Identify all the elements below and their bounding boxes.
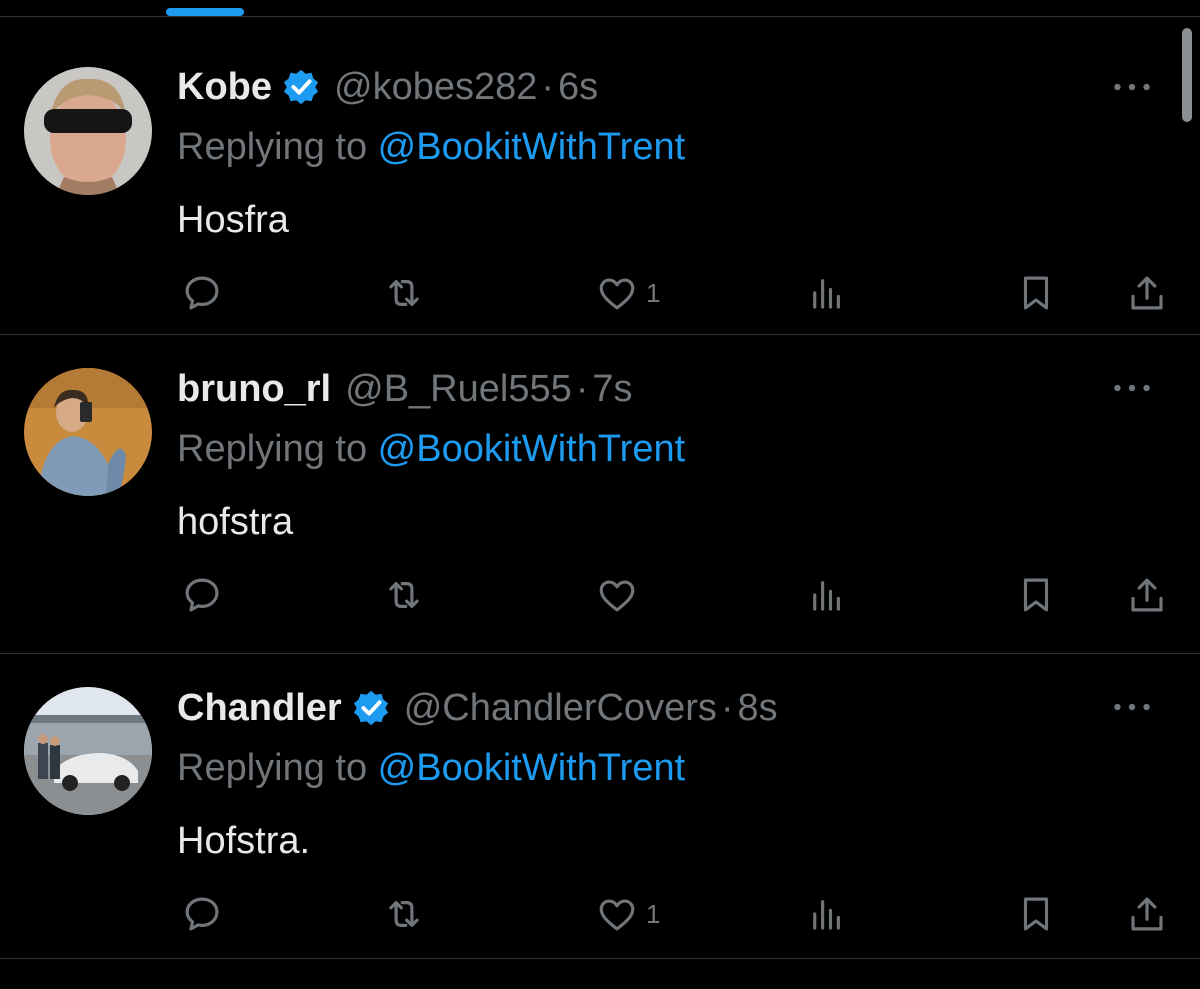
tweet-header: Kobe @kobes282 · 6s bbox=[177, 62, 598, 112]
reply-button[interactable] bbox=[181, 892, 223, 936]
share-button[interactable] bbox=[1126, 573, 1168, 617]
handle[interactable]: @ChandlerCovers bbox=[404, 687, 717, 730]
reply-icon bbox=[181, 574, 223, 616]
retweet-button[interactable] bbox=[383, 573, 425, 617]
like-count: 1 bbox=[646, 898, 661, 929]
tweet-header: bruno_rl @B_Ruel555 · 7s bbox=[177, 364, 633, 414]
heart-icon bbox=[596, 574, 638, 616]
heart-icon bbox=[596, 272, 638, 314]
share-button[interactable] bbox=[1126, 892, 1168, 936]
share-icon bbox=[1126, 893, 1168, 935]
tweet-divider bbox=[0, 958, 1200, 959]
reply-button[interactable] bbox=[181, 271, 223, 315]
avatar-bruno bbox=[24, 368, 152, 496]
display-name[interactable]: Kobe bbox=[177, 66, 272, 109]
tweet[interactable]: bruno_rl @B_Ruel555 · 7s Replying to @Bo… bbox=[0, 336, 1200, 654]
mention-link[interactable]: @BookitWithTrent bbox=[378, 747, 685, 789]
share-icon bbox=[1126, 272, 1168, 314]
replying-to: Replying to @BookitWithTrent bbox=[177, 126, 685, 169]
share-icon bbox=[1126, 574, 1168, 616]
views-icon bbox=[806, 272, 848, 314]
bookmark-icon bbox=[1015, 893, 1057, 935]
timestamp[interactable]: 7s bbox=[592, 368, 632, 411]
reply-icon bbox=[181, 893, 223, 935]
tweet-divider bbox=[0, 653, 1200, 654]
like-button[interactable]: 1 bbox=[596, 892, 660, 936]
timestamp[interactable]: 6s bbox=[558, 66, 598, 109]
replying-to: Replying to @BookitWithTrent bbox=[177, 747, 685, 790]
avatar-chandler bbox=[24, 687, 152, 815]
more-horizontal-icon[interactable] bbox=[1110, 67, 1154, 107]
display-name[interactable]: bruno_rl bbox=[177, 368, 331, 411]
bookmark-button[interactable] bbox=[1015, 271, 1057, 315]
tweet-divider bbox=[0, 334, 1200, 335]
retweet-icon bbox=[383, 574, 425, 616]
verified-badge-icon bbox=[352, 689, 390, 727]
separator: · bbox=[720, 686, 734, 729]
bookmark-button[interactable] bbox=[1015, 892, 1057, 936]
avatar-kobe bbox=[24, 67, 152, 195]
views-icon bbox=[806, 893, 848, 935]
reply-button[interactable] bbox=[181, 573, 223, 617]
avatar[interactable] bbox=[24, 368, 152, 496]
like-button[interactable] bbox=[596, 573, 646, 617]
mention-link[interactable]: @BookitWithTrent bbox=[378, 428, 685, 470]
views-icon bbox=[806, 574, 848, 616]
tweet[interactable]: Kobe @kobes282 · 6s Replying to @BookitW… bbox=[0, 17, 1200, 335]
views-button[interactable] bbox=[806, 271, 848, 315]
verified-badge-icon bbox=[282, 68, 320, 106]
more-horizontal-icon[interactable] bbox=[1110, 687, 1154, 727]
like-button[interactable]: 1 bbox=[596, 271, 660, 315]
separator: · bbox=[575, 367, 589, 410]
bookmark-button[interactable] bbox=[1015, 573, 1057, 617]
handle[interactable]: @B_Ruel555 bbox=[345, 368, 572, 411]
active-tab-indicator bbox=[166, 8, 244, 16]
tweet-text: Hofstra. bbox=[177, 820, 311, 862]
retweet-icon bbox=[383, 272, 425, 314]
handle[interactable]: @kobes282 bbox=[334, 66, 537, 109]
replying-prefix: Replying to bbox=[177, 747, 378, 789]
like-count: 1 bbox=[646, 277, 661, 308]
share-button[interactable] bbox=[1126, 271, 1168, 315]
more-horizontal-icon[interactable] bbox=[1110, 368, 1154, 408]
timestamp[interactable]: 8s bbox=[738, 687, 778, 730]
separator: · bbox=[541, 65, 555, 108]
display-name[interactable]: Chandler bbox=[177, 687, 342, 730]
retweet-button[interactable] bbox=[383, 271, 425, 315]
retweet-button[interactable] bbox=[383, 892, 425, 936]
reply-icon bbox=[181, 272, 223, 314]
replying-prefix: Replying to bbox=[177, 126, 378, 168]
bookmark-icon bbox=[1015, 272, 1057, 314]
views-button[interactable] bbox=[806, 892, 848, 936]
tweet-text: Hosfra bbox=[177, 199, 289, 241]
avatar[interactable] bbox=[24, 67, 152, 195]
heart-icon bbox=[596, 893, 638, 935]
tweet-header: Chandler @ChandlerCovers · 8s bbox=[177, 683, 778, 733]
views-button[interactable] bbox=[806, 573, 848, 617]
replying-to: Replying to @BookitWithTrent bbox=[177, 428, 685, 471]
tweet[interactable]: Chandler @ChandlerCovers · 8s Replying t… bbox=[0, 655, 1200, 973]
retweet-icon bbox=[383, 893, 425, 935]
bookmark-icon bbox=[1015, 574, 1057, 616]
mention-link[interactable]: @BookitWithTrent bbox=[378, 126, 685, 168]
tweet-text: hofstra bbox=[177, 501, 294, 543]
replying-prefix: Replying to bbox=[177, 428, 378, 470]
avatar[interactable] bbox=[24, 687, 152, 815]
